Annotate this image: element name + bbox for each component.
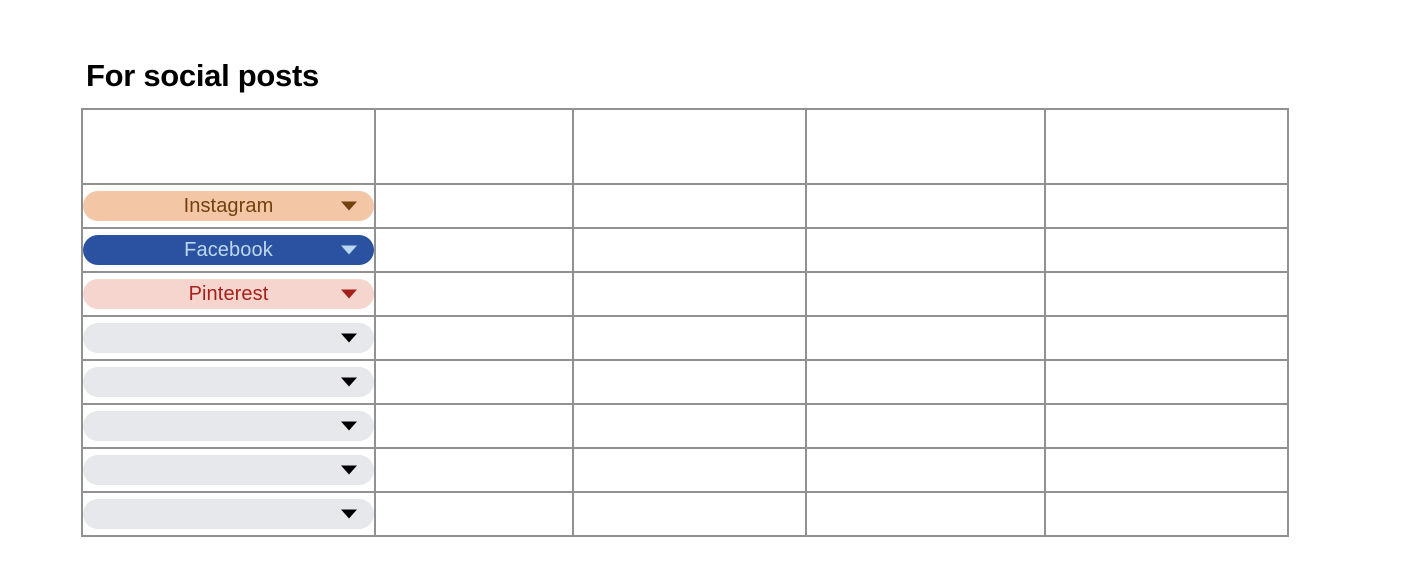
cell-image-video[interactable] <box>374 403 574 449</box>
social-posts-page: For social posts SOCIAL NETWORK IMAGE/VI… <box>0 0 1410 586</box>
social-network-dropdown[interactable] <box>83 499 374 529</box>
table-row: Pinterest <box>81 271 1289 317</box>
chevron-down-icon <box>341 421 357 431</box>
column-header-label: CAPTION <box>646 136 733 157</box>
cell-caption[interactable] <box>572 447 807 493</box>
social-posts-table-container: SOCIAL NETWORK IMAGE/VIDEO (Drive link) … <box>81 108 1289 537</box>
cell-hashtags[interactable] <box>805 315 1046 361</box>
table-row <box>81 491 1289 537</box>
cell-tagged-users[interactable] <box>1044 183 1289 229</box>
column-header-sublabel: (Drive link) <box>423 147 525 169</box>
column-header-label: HASHTAGS <box>872 136 979 157</box>
cell-caption[interactable] <box>572 227 807 273</box>
cell-hashtags[interactable] <box>805 403 1046 449</box>
cell-social-network <box>81 359 376 405</box>
social-network-dropdown[interactable] <box>83 367 374 397</box>
chevron-down-icon <box>341 509 357 519</box>
cell-tagged-users[interactable] <box>1044 403 1289 449</box>
social-network-dropdown[interactable]: Facebook <box>83 235 374 265</box>
cell-tagged-users[interactable] <box>1044 491 1289 537</box>
cell-image-video[interactable] <box>374 447 574 493</box>
cell-caption[interactable] <box>572 491 807 537</box>
cell-image-video[interactable] <box>374 271 574 317</box>
column-header-hashtags: HASHTAGS <box>805 108 1046 185</box>
cell-caption[interactable] <box>572 359 807 405</box>
cell-caption[interactable] <box>572 403 807 449</box>
cell-social-network <box>81 447 376 493</box>
cell-image-video[interactable] <box>374 227 574 273</box>
cell-image-video[interactable] <box>374 491 574 537</box>
cell-hashtags[interactable] <box>805 227 1046 273</box>
table-header-row: SOCIAL NETWORK IMAGE/VIDEO (Drive link) … <box>81 108 1289 185</box>
column-header-caption: CAPTION <box>572 108 807 185</box>
cell-social-network <box>81 491 376 537</box>
chevron-down-icon <box>341 289 357 299</box>
chevron-down-icon <box>341 333 357 343</box>
chevron-down-icon <box>341 245 357 255</box>
cell-tagged-users[interactable] <box>1044 271 1289 317</box>
cell-hashtags[interactable] <box>805 491 1046 537</box>
cell-social-network: Pinterest <box>81 271 376 317</box>
cell-image-video[interactable] <box>374 183 574 229</box>
chevron-down-icon <box>341 377 357 387</box>
cell-social-network: Instagram <box>81 183 376 229</box>
chevron-down-icon <box>341 465 357 475</box>
table-row: Instagram <box>81 183 1289 229</box>
cell-social-network <box>81 403 376 449</box>
page-title: For social posts <box>86 58 319 93</box>
table-body: Instagram Facebook Pinterest <box>81 183 1289 537</box>
cell-hashtags[interactable] <box>805 271 1046 317</box>
column-header-social-network: SOCIAL NETWORK <box>81 108 376 185</box>
cell-social-network <box>81 315 376 361</box>
cell-hashtags[interactable] <box>805 359 1046 405</box>
table-row <box>81 447 1289 493</box>
table-header: SOCIAL NETWORK IMAGE/VIDEO (Drive link) … <box>81 108 1289 185</box>
cell-image-video[interactable] <box>374 315 574 361</box>
cell-hashtags[interactable] <box>805 447 1046 493</box>
column-header-image-video: IMAGE/VIDEO (Drive link) <box>374 108 574 185</box>
table-row <box>81 315 1289 361</box>
column-header-tagged-users: TAGGED USERS <box>1044 108 1289 185</box>
social-network-dropdown[interactable] <box>83 323 374 353</box>
social-network-dropdown-label: Instagram <box>183 195 274 217</box>
cell-social-network: Facebook <box>81 227 376 273</box>
social-network-dropdown[interactable]: Pinterest <box>83 279 374 309</box>
table-row <box>81 359 1289 405</box>
cell-tagged-users[interactable] <box>1044 227 1289 273</box>
column-header-label: SOCIAL NETWORK <box>139 136 318 157</box>
social-network-dropdown[interactable] <box>83 455 374 485</box>
social-posts-table: SOCIAL NETWORK IMAGE/VIDEO (Drive link) … <box>81 108 1289 537</box>
social-network-dropdown-label: Pinterest <box>188 283 269 305</box>
social-network-dropdown[interactable] <box>83 411 374 441</box>
cell-tagged-users[interactable] <box>1044 315 1289 361</box>
chevron-down-icon <box>341 201 357 211</box>
column-header-label: IMAGE/VIDEO <box>409 124 539 146</box>
cell-image-video[interactable] <box>374 359 574 405</box>
social-network-dropdown-label: Facebook <box>184 239 273 261</box>
column-header-label: TAGGED USERS <box>1089 136 1243 157</box>
table-row: Facebook <box>81 227 1289 273</box>
cell-hashtags[interactable] <box>805 183 1046 229</box>
social-network-dropdown[interactable]: Instagram <box>83 191 374 221</box>
cell-tagged-users[interactable] <box>1044 447 1289 493</box>
cell-caption[interactable] <box>572 183 807 229</box>
cell-caption[interactable] <box>572 271 807 317</box>
table-row <box>81 403 1289 449</box>
cell-caption[interactable] <box>572 315 807 361</box>
cell-tagged-users[interactable] <box>1044 359 1289 405</box>
